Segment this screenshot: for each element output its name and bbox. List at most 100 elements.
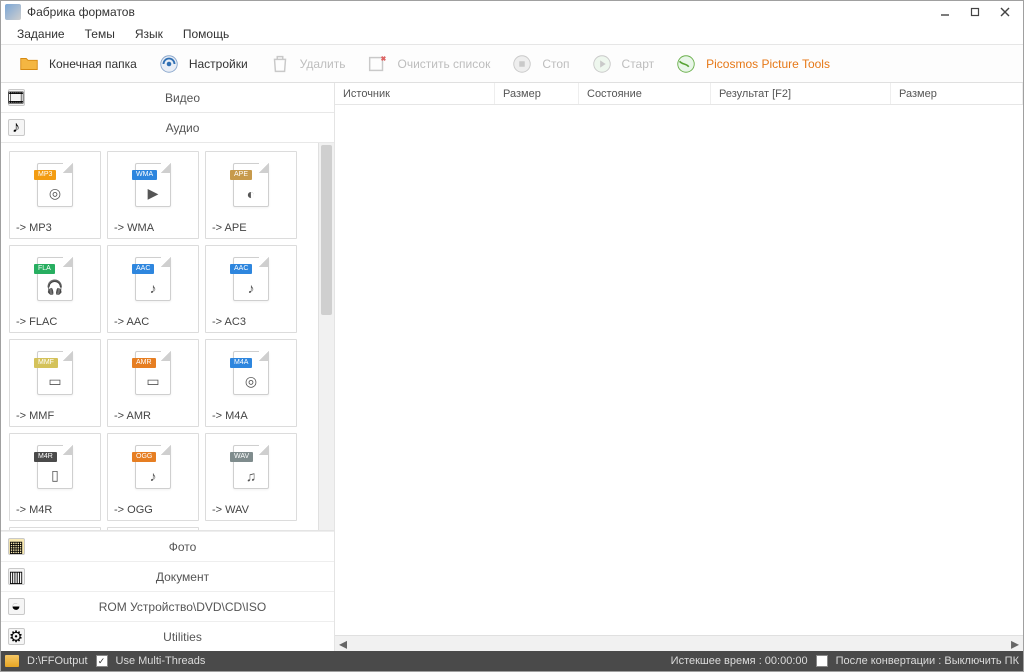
format-tag: FLA bbox=[34, 264, 55, 274]
close-button[interactable] bbox=[991, 3, 1019, 21]
output-folder-label: Конечная папка bbox=[49, 57, 137, 71]
settings-label: Настройки bbox=[189, 57, 248, 71]
format-label: -> MMF bbox=[10, 406, 100, 426]
format-tag: AAC bbox=[132, 264, 154, 274]
format-label: -> APE bbox=[206, 218, 296, 238]
category-document[interactable]: ▥ Документ bbox=[1, 561, 334, 591]
th-source[interactable]: Источник bbox=[335, 83, 495, 104]
picosmos-button[interactable]: Picosmos Picture Tools bbox=[664, 48, 838, 80]
category-video[interactable]: 🎞 Видео bbox=[1, 83, 334, 113]
format-glyph-icon: ♪ bbox=[248, 280, 255, 296]
file-list[interactable] bbox=[335, 105, 1023, 635]
format-tag: APE bbox=[230, 170, 252, 180]
category-rom-label: ROM Устройство\DVD\CD\ISO bbox=[31, 600, 334, 614]
stop-button[interactable]: Стоп bbox=[500, 48, 577, 80]
format-tag: WAV bbox=[230, 452, 253, 462]
output-path[interactable]: D:\FFOutput bbox=[27, 655, 88, 667]
format-tile[interactable]: WMA▶-> WMA bbox=[107, 151, 199, 239]
format-tile[interactable]: MMF ▭ -> MMF bbox=[9, 339, 101, 427]
photo-icon: ▦ bbox=[1, 538, 31, 555]
app-icon bbox=[5, 4, 21, 20]
category-photo-label: Фото bbox=[31, 540, 334, 554]
th-size[interactable]: Размер bbox=[495, 83, 579, 104]
menu-language[interactable]: Язык bbox=[125, 25, 173, 43]
multithread-checkbox[interactable]: ✓ bbox=[96, 655, 108, 667]
category-utilities[interactable]: ⚙ Utilities bbox=[1, 621, 334, 651]
maximize-button[interactable] bbox=[961, 3, 989, 21]
format-label: -> WAV bbox=[206, 500, 296, 520]
gear-small-icon: ⚙ bbox=[1, 628, 31, 645]
category-audio[interactable]: ♪ Аудио bbox=[1, 113, 334, 143]
th-state[interactable]: Состояние bbox=[579, 83, 711, 104]
scroll-left-icon[interactable]: ◂ bbox=[335, 637, 351, 651]
main-content: 🎞 Видео ♪ Аудио MP3 ◎ -> MP3 WMA▶-> WMA APE ◐… bbox=[1, 83, 1023, 651]
format-tile[interactable]: OGG ♪ -> OGG bbox=[107, 433, 199, 521]
output-folder-button[interactable]: Конечная папка bbox=[7, 48, 145, 80]
titlebar: Фабрика форматов bbox=[1, 1, 1023, 23]
format-tile[interactable]: APE ◐ -> APE bbox=[205, 151, 297, 239]
delete-label: Удалить bbox=[300, 57, 346, 71]
format-label: -> MP3 bbox=[10, 218, 100, 238]
scrollbar-horizontal[interactable]: ◂ ▸ bbox=[335, 635, 1023, 651]
settings-button[interactable]: Настройки bbox=[147, 48, 256, 80]
clear-list-button[interactable]: Очистить список bbox=[355, 48, 498, 80]
format-tile[interactable]: M4R▯-> M4R bbox=[9, 433, 101, 521]
format-glyph-icon: ▭ bbox=[146, 373, 159, 390]
format-tag: M4R bbox=[34, 452, 57, 462]
multithread-label: Use Multi-Threads bbox=[116, 655, 206, 667]
th-outsize[interactable]: Размер bbox=[891, 83, 1023, 104]
clear-icon bbox=[363, 50, 391, 78]
format-glyph-icon: ▭ bbox=[48, 373, 61, 390]
format-tile[interactable]: MP2♪ bbox=[107, 527, 199, 530]
folder-small-icon[interactable] bbox=[5, 655, 19, 667]
minimize-button[interactable] bbox=[931, 3, 959, 21]
format-tile[interactable]: WV♪ bbox=[9, 527, 101, 530]
format-tag: OGG bbox=[132, 452, 156, 462]
start-button[interactable]: Старт bbox=[580, 48, 663, 80]
category-photo[interactable]: ▦ Фото bbox=[1, 531, 334, 561]
format-tile[interactable]: AMR ▭ -> AMR bbox=[107, 339, 199, 427]
after-conv-label: После конвертации : Выключить ПК bbox=[836, 655, 1019, 667]
category-video-label: Видео bbox=[31, 91, 334, 105]
right-panel: Источник Размер Состояние Результат [F2]… bbox=[335, 83, 1023, 651]
window-title: Фабрика форматов bbox=[27, 5, 929, 19]
format-tile[interactable]: MP3 ◎ -> MP3 bbox=[9, 151, 101, 239]
after-conv-checkbox[interactable]: ✓ bbox=[816, 655, 828, 667]
format-tile[interactable]: FLA🎧-> FLAC bbox=[9, 245, 101, 333]
format-tag: AMR bbox=[132, 358, 156, 368]
left-panel: 🎞 Видео ♪ Аудио MP3 ◎ -> MP3 WMA▶-> WMA APE ◐… bbox=[1, 83, 335, 651]
format-glyph-icon: ◐ bbox=[247, 186, 255, 202]
format-tag: MP3 bbox=[34, 170, 56, 180]
menu-help[interactable]: Помощь bbox=[173, 25, 239, 43]
delete-button[interactable]: Удалить bbox=[258, 48, 354, 80]
clear-label: Очистить список bbox=[397, 57, 490, 71]
format-tag: MMF bbox=[34, 358, 58, 368]
scrollbar-vertical[interactable] bbox=[318, 143, 334, 530]
category-utilities-label: Utilities bbox=[31, 630, 334, 644]
disc-icon: ◒ bbox=[1, 598, 31, 615]
format-tile[interactable]: AAC♪-> AAC bbox=[107, 245, 199, 333]
format-label: -> OGG bbox=[108, 500, 198, 520]
stop-icon bbox=[508, 50, 536, 78]
format-glyph-icon: ◎ bbox=[245, 373, 257, 390]
globe-icon bbox=[672, 50, 700, 78]
scrollbar-thumb[interactable] bbox=[321, 145, 332, 315]
format-glyph-icon: ▯ bbox=[51, 467, 59, 484]
menu-themes[interactable]: Темы bbox=[75, 25, 125, 43]
format-label: -> AMR bbox=[108, 406, 198, 426]
start-label: Старт bbox=[622, 57, 655, 71]
format-glyph-icon: ◎ bbox=[49, 185, 61, 202]
delete-icon bbox=[266, 50, 294, 78]
th-result[interactable]: Результат [F2] bbox=[711, 83, 891, 104]
format-tile[interactable]: M4A◎-> M4A bbox=[205, 339, 297, 427]
format-tile[interactable]: AAC♪-> AC3 bbox=[205, 245, 297, 333]
scroll-right-icon[interactable]: ▸ bbox=[1007, 637, 1023, 651]
menu-task[interactable]: Задание bbox=[7, 25, 75, 43]
bottom-categories: ▦ Фото ▥ Документ ◒ ROM Устройство\DVD\C… bbox=[1, 531, 334, 651]
category-audio-label: Аудио bbox=[31, 121, 334, 135]
format-glyph-icon: ♪ bbox=[150, 468, 157, 484]
category-rom[interactable]: ◒ ROM Устройство\DVD\CD\ISO bbox=[1, 591, 334, 621]
format-tile[interactable]: WAV♫-> WAV bbox=[205, 433, 297, 521]
film-icon: 🎞 bbox=[1, 89, 31, 106]
format-tag: AAC bbox=[230, 264, 252, 274]
